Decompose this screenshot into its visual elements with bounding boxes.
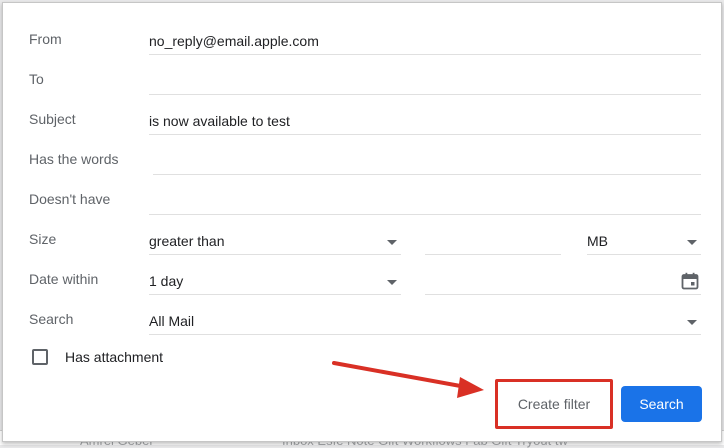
size-label: Size — [29, 231, 57, 247]
date-within-value: 1 day — [149, 273, 184, 289]
search-filter-dialog: From no_reply@email.apple.com To Subject… — [2, 2, 722, 442]
doesnt-have-label: Doesn't have — [29, 191, 111, 207]
size-operator-select[interactable]: greater than — [149, 227, 401, 255]
from-label: From — [29, 31, 62, 47]
chevron-down-icon — [387, 240, 397, 245]
to-field[interactable] — [149, 67, 701, 95]
date-within-select[interactable]: 1 day — [149, 267, 401, 295]
doesnt-have-row: Doesn't have — [3, 179, 721, 219]
chevron-down-icon — [387, 280, 397, 285]
search-scope-label: Search — [29, 311, 74, 327]
date-field[interactable] — [425, 267, 701, 295]
search-scope-row: Search All Mail — [3, 299, 721, 339]
subject-value: is now available to test — [149, 113, 290, 129]
date-within-row: Date within 1 day — [3, 259, 721, 299]
has-words-field[interactable] — [153, 147, 701, 175]
to-label: To — [29, 71, 44, 87]
size-unit-value: MB — [587, 233, 608, 249]
size-row: Size greater than MB — [3, 219, 721, 259]
has-attachment-label: Has attachment — [65, 349, 164, 365]
has-attachment-checkbox[interactable] — [32, 349, 48, 365]
date-within-label: Date within — [29, 271, 99, 287]
doesnt-have-field[interactable] — [149, 187, 701, 215]
chevron-down-icon — [687, 240, 697, 245]
search-scope-value: All Mail — [149, 313, 195, 329]
create-filter-button[interactable]: Create filter — [495, 379, 613, 429]
from-value: no_reply@email.apple.com — [149, 33, 319, 49]
subject-field[interactable]: is now available to test — [149, 107, 701, 135]
subject-label: Subject — [29, 111, 76, 127]
from-field[interactable]: no_reply@email.apple.com — [149, 27, 701, 55]
size-unit-select[interactable]: MB — [587, 227, 701, 255]
size-operator-value: greater than — [149, 233, 225, 249]
search-scope-select[interactable]: All Mail — [149, 307, 701, 335]
has-words-label: Has the words — [29, 151, 119, 167]
has-words-row: Has the words — [3, 139, 721, 179]
from-row: From no_reply@email.apple.com — [3, 19, 721, 59]
subject-row: Subject is now available to test — [3, 99, 721, 139]
search-button[interactable]: Search — [621, 386, 702, 422]
size-value-field[interactable] — [425, 227, 561, 255]
chevron-down-icon — [687, 320, 697, 325]
to-row: To — [3, 59, 721, 99]
calendar-icon[interactable] — [681, 272, 699, 293]
